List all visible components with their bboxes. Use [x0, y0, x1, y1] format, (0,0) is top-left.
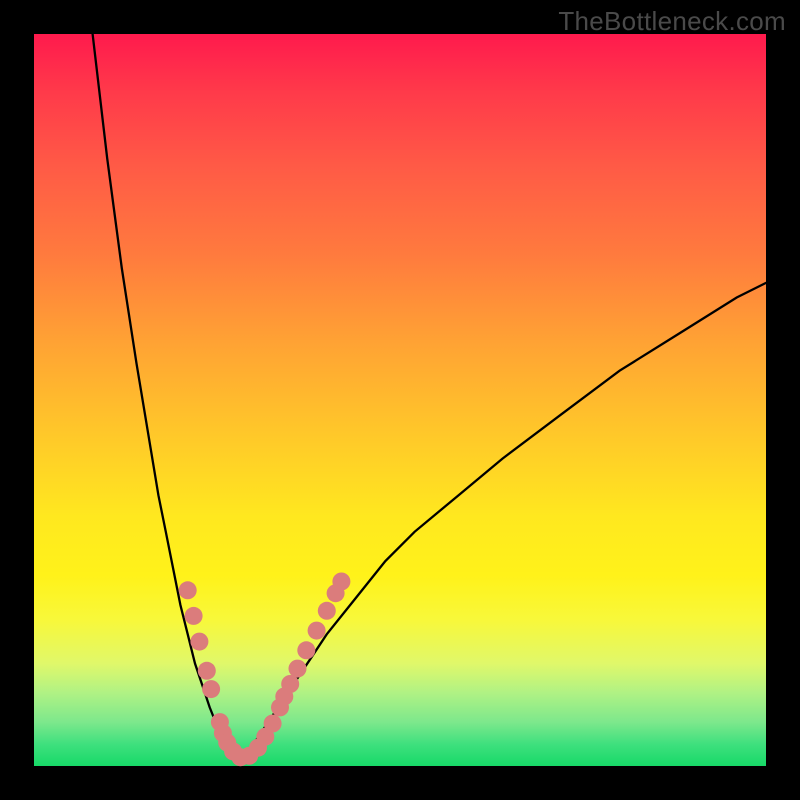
left-curve — [93, 34, 239, 759]
data-dot — [190, 633, 208, 651]
data-dot — [332, 573, 350, 591]
data-dot — [198, 662, 216, 680]
data-dot — [308, 622, 326, 640]
data-dot — [281, 675, 299, 693]
chart-svg — [34, 34, 766, 766]
plot-area — [34, 34, 766, 766]
data-dot — [297, 641, 315, 659]
right-curve — [239, 283, 766, 759]
data-dot — [202, 680, 220, 698]
data-dots — [179, 573, 351, 767]
data-dot — [185, 607, 203, 625]
data-dot — [289, 660, 307, 678]
chart-frame: TheBottleneck.com — [0, 0, 800, 800]
data-dot — [264, 715, 282, 733]
data-dot — [179, 581, 197, 599]
watermark-text: TheBottleneck.com — [558, 6, 786, 37]
data-dot — [318, 602, 336, 620]
